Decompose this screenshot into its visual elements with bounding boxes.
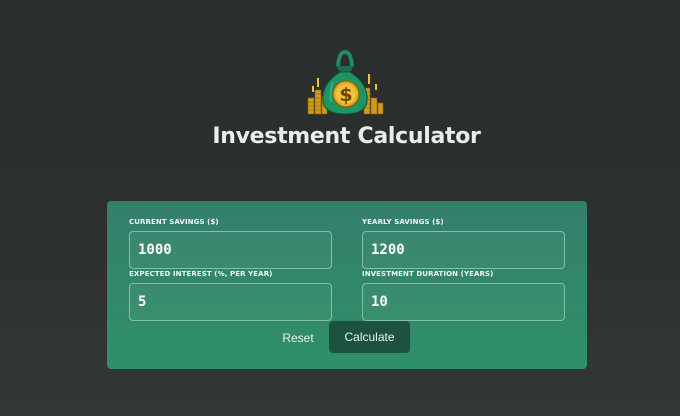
current-savings-input[interactable]	[129, 231, 332, 269]
svg-text:$: $	[339, 84, 352, 106]
reset-button[interactable]: Reset	[275, 326, 321, 350]
current-savings-label: Current Savings ($)	[129, 218, 219, 226]
yearly-savings-input[interactable]	[362, 231, 565, 269]
expected-interest-input[interactable]	[129, 283, 332, 321]
investment-form: Current Savings ($) Yearly Savings ($) E…	[107, 201, 587, 369]
yearly-savings-label: Yearly Savings ($)	[362, 218, 444, 226]
page-title: Investment Calculator	[212, 124, 481, 149]
money-bag-icon: $	[307, 49, 384, 115]
investment-duration-input[interactable]	[362, 283, 565, 321]
investment-duration-label: Investment Duration (years)	[362, 270, 494, 278]
expected-interest-label: Expected Interest (%, per year)	[129, 270, 273, 278]
calculate-button[interactable]: Calculate	[329, 321, 410, 353]
